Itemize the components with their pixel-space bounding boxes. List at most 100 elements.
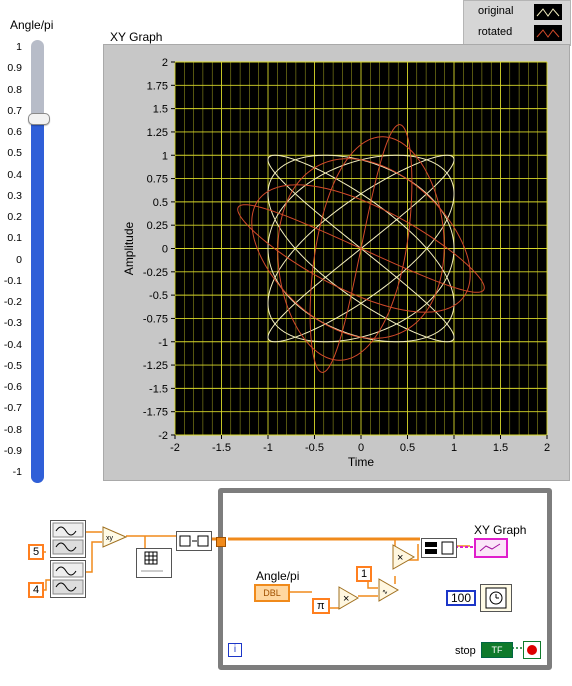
waveform-generator-node-2[interactable] xyxy=(50,560,86,598)
constant-4[interactable]: 4 xyxy=(28,582,45,598)
sine-wave-icon xyxy=(52,522,84,555)
build-array-icon xyxy=(425,541,454,555)
slider-tick-label: 0.3 xyxy=(7,189,22,202)
iteration-terminal: i xyxy=(228,643,242,657)
slider-tick-label: 0 xyxy=(16,253,22,266)
y-tick-label: -2 xyxy=(158,430,168,442)
slider-tick-label: -0.2 xyxy=(3,296,22,308)
slider-tick-label: 1 xyxy=(16,41,22,53)
x-tick-label: 2 xyxy=(544,442,550,454)
slider-tick-label: -0.9 xyxy=(3,444,22,457)
angle-terminal[interactable]: DBL xyxy=(254,584,290,602)
sine-wave-icon xyxy=(52,562,84,595)
x-tick-label: -0.5 xyxy=(305,442,324,454)
array-node[interactable] xyxy=(136,548,172,578)
multiply-symbol: × xyxy=(343,593,349,605)
array-icon xyxy=(141,551,163,572)
graph-icon xyxy=(479,543,501,552)
svg-text:xy: xy xyxy=(106,535,114,542)
plot-legend[interactable]: original rotated xyxy=(463,0,571,46)
y-tick-label: -0.25 xyxy=(143,267,168,279)
slider-thumb[interactable] xyxy=(28,112,50,125)
y-tick-label: -0.5 xyxy=(149,290,168,302)
y-tick-label: 0.75 xyxy=(147,174,168,186)
slider-tick-label: -1 xyxy=(12,466,22,478)
x-tick-labels: -2 -1.5 -1 -0.5 0 0.5 1 1.5 2 xyxy=(170,442,550,454)
svg-text:∿: ∿ xyxy=(382,589,388,596)
slider-title: Angle/pi xyxy=(10,18,54,32)
slider-tick-label: -0.1 xyxy=(3,274,22,287)
slider-tick-label: -0.3 xyxy=(3,317,22,330)
legend-label-rotated: rotated xyxy=(478,26,513,38)
x-tick-label: 0.5 xyxy=(400,442,415,454)
slider-track[interactable] xyxy=(31,40,44,483)
x-tick-label: -1 xyxy=(263,442,273,454)
slider-tick-label: 0.8 xyxy=(7,83,22,96)
x-tick-label: 1 xyxy=(451,442,457,454)
y-tick-label: 0.25 xyxy=(147,220,168,232)
y-tick-label: 0 xyxy=(162,244,168,256)
multiply-symbol-2: × xyxy=(397,552,403,564)
angle-terminal-label: Angle/pi xyxy=(256,569,300,583)
wait-node[interactable] xyxy=(480,584,512,612)
constant-100[interactable]: 100 xyxy=(446,590,477,606)
build-array-node[interactable] xyxy=(421,538,457,558)
legend-swatch-rotated xyxy=(534,25,562,41)
waveform-generator-node[interactable] xyxy=(50,520,86,558)
loop-tunnel xyxy=(216,537,226,547)
slider-tick-label: 0.1 xyxy=(7,232,22,245)
loop-condition-terminal[interactable] xyxy=(523,641,541,659)
slider-tick-label: -0.7 xyxy=(3,402,22,415)
y-tick-label: 1.25 xyxy=(147,127,168,139)
y-tick-label: -1.5 xyxy=(149,383,168,395)
pi-constant[interactable]: π xyxy=(312,598,330,614)
y-tick-label: 0.5 xyxy=(153,197,168,209)
stop-boolean-terminal[interactable]: TF xyxy=(481,642,513,658)
slider-tick-label: -0.6 xyxy=(3,381,22,393)
clock-icon xyxy=(485,587,507,609)
slider-tick-label: 0.9 xyxy=(7,62,22,75)
constant-1[interactable]: 1 xyxy=(356,566,373,582)
y-axis-label: Amplitude xyxy=(122,222,136,276)
slider-tick-label: -0.4 xyxy=(3,338,22,351)
slider-fill xyxy=(31,117,44,483)
slider-tick-label: 0.7 xyxy=(7,104,22,117)
graph-title: XY Graph xyxy=(110,30,163,44)
x-tick-label: -1.5 xyxy=(212,442,231,454)
slider-tick-label: 0.5 xyxy=(7,147,22,160)
multiply-node-2[interactable]: × xyxy=(392,544,416,570)
slider-tick-label: 0.6 xyxy=(7,126,22,138)
slider-tick-label: 0.4 xyxy=(7,168,22,181)
xy-graph-terminal[interactable] xyxy=(474,538,508,558)
y-tick-label: 1 xyxy=(162,150,168,162)
x-tick-label: 1.5 xyxy=(493,442,508,454)
y-tick-label: 1.75 xyxy=(147,80,168,92)
y-tick-label: -1.75 xyxy=(143,407,168,419)
y-tick-label: -0.75 xyxy=(143,313,168,325)
build-xy-node-icon[interactable]: xy xyxy=(102,526,128,548)
bundle-icon xyxy=(179,535,209,547)
stop-label: stop xyxy=(455,645,476,657)
stop-icon xyxy=(527,645,537,655)
y-tick-label: 2 xyxy=(162,57,168,69)
multiply-node[interactable]: × xyxy=(338,586,360,610)
y-tick-label: -1 xyxy=(158,337,168,349)
xy-graph[interactable]: -2 -1.5 -1 -0.5 0 0.5 1 1.5 2 2 1.75 1.5 1.25 1 0.75 0… xyxy=(103,44,570,481)
legend-label-original: original xyxy=(478,5,514,17)
constant-5[interactable]: 5 xyxy=(28,544,45,560)
x-tick-label: 0 xyxy=(358,442,364,454)
slider-tick-label: -0.5 xyxy=(3,359,22,372)
slider-tick-label: -0.8 xyxy=(3,423,22,436)
bundle-node[interactable] xyxy=(176,531,212,551)
x-axis-label: Time xyxy=(348,455,375,469)
legend-item-original[interactable]: original xyxy=(468,2,566,22)
y-tick-labels: 2 1.75 1.5 1.25 1 0.75 0.5 0.25 0 -0.25 -0.5 -0.75 -… xyxy=(143,57,168,442)
xy-graph-terminal-label: XY Graph xyxy=(474,523,527,537)
x-tick-label: -2 xyxy=(170,442,180,454)
legend-swatch-original xyxy=(534,4,562,20)
y-tick-label: 1.5 xyxy=(153,104,168,116)
legend-item-rotated[interactable]: rotated xyxy=(468,23,566,43)
slider-tick-label: 0.2 xyxy=(7,211,22,223)
y-tick-label: -1.25 xyxy=(143,360,168,372)
rotate-node-icon[interactable]: ∿ xyxy=(378,578,400,602)
